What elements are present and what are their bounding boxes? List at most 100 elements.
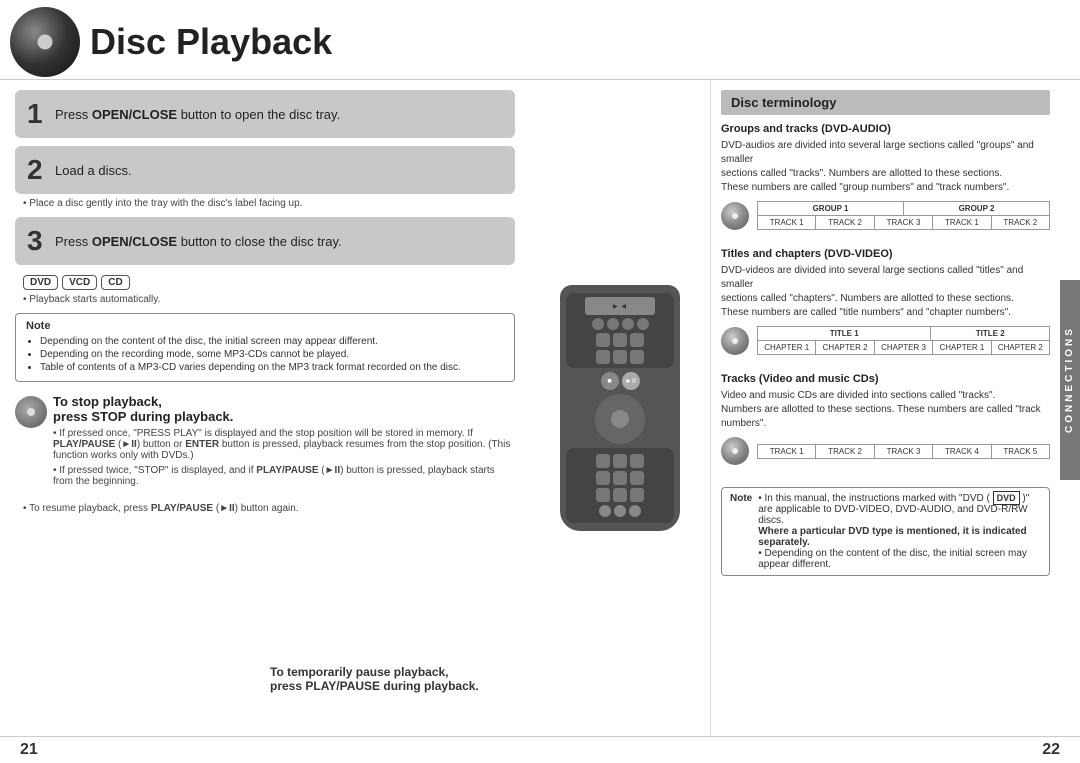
disc-term-header: Disc terminology bbox=[721, 90, 1050, 115]
step-1-box: 1 Press OPEN/CLOSE button to open the di… bbox=[15, 90, 515, 138]
note-box: Note Depending on the content of the dis… bbox=[15, 313, 515, 382]
chap-t1-1: CHAPTER 1 bbox=[758, 341, 816, 354]
bottom-note-3: • Depending on the content of the disc, … bbox=[758, 548, 1041, 570]
step-3-box: 3 Press OPEN/CLOSE button to close the d… bbox=[15, 217, 515, 265]
stop-text: To stop playback,press STOP during playb… bbox=[53, 394, 515, 487]
remote-bottom-row-3 bbox=[572, 488, 668, 502]
titles-title: Titles and chapters (DVD-VIDEO) bbox=[721, 248, 1050, 260]
remote-btn-b7 bbox=[596, 488, 610, 502]
remote-bottom-row-2 bbox=[572, 471, 668, 485]
bottom-note-1: • In this manual, the instructions marke… bbox=[758, 493, 1041, 526]
remote-bottom-row-1 bbox=[572, 454, 668, 468]
step-3-text: Press OPEN/CLOSE button to close the dis… bbox=[55, 234, 342, 249]
remote-btn-b5 bbox=[613, 471, 627, 485]
title2-header: TITLE 2 bbox=[931, 327, 1049, 340]
step-1-text: Press OPEN/CLOSE button to open the disc… bbox=[55, 107, 340, 122]
remote-btn-b9 bbox=[630, 488, 644, 502]
titles-data-row: CHAPTER 1 CHAPTER 2 CHAPTER 3 CHAPTER 1 … bbox=[758, 341, 1049, 354]
chap-t2-1: CHAPTER 1 bbox=[933, 341, 991, 354]
remote-btn-row-1 bbox=[592, 318, 649, 330]
note-box-list: Depending on the content of the disc, th… bbox=[26, 336, 504, 373]
step-2-box: 2 Load a discs. bbox=[15, 146, 515, 194]
bottom-note-label: Note bbox=[730, 493, 752, 504]
step-2-text: Load a discs. bbox=[55, 163, 132, 178]
page-container: Disc Playback 1 Press OPEN/CLOSE button … bbox=[0, 0, 1080, 763]
note-box-title: Note bbox=[26, 320, 504, 332]
remote-top: ▶ ◀ bbox=[566, 293, 674, 368]
group2-header: GROUP 2 bbox=[904, 202, 1049, 215]
remote-btn-round-3 bbox=[629, 505, 641, 517]
groups-description: DVD-audios are divided into several larg… bbox=[721, 139, 1050, 195]
remote-btn-b4 bbox=[596, 471, 610, 485]
track-3: TRACK 3 bbox=[875, 445, 933, 458]
track-g1-3: TRACK 3 bbox=[875, 216, 933, 229]
remote-stop-btn: ■ bbox=[601, 372, 619, 390]
track-g1-2: TRACK 2 bbox=[816, 216, 874, 229]
remote-control: ▶ ◀ bbox=[560, 285, 680, 531]
pause-resume-note: • To resume playback, press PLAY/PAUSE (… bbox=[23, 503, 515, 514]
track-g2-1: TRACK 1 bbox=[933, 216, 991, 229]
remote-btn-8 bbox=[596, 350, 610, 364]
titles-disc-icon bbox=[721, 327, 749, 355]
remote-btn-b8 bbox=[613, 488, 627, 502]
track-5: TRACK 5 bbox=[992, 445, 1049, 458]
track-g2-2: TRACK 2 bbox=[992, 216, 1049, 229]
pause-subheading: press PLAY/PAUSE during playback. bbox=[270, 679, 479, 693]
remote-btn-b3 bbox=[630, 454, 644, 468]
remote-btn-round-1 bbox=[599, 505, 611, 517]
step-2-number: 2 bbox=[27, 154, 47, 186]
title1-header: TITLE 1 bbox=[758, 327, 931, 340]
disc-logo bbox=[10, 7, 80, 77]
titles-description: DVD-videos are divided into several larg… bbox=[721, 264, 1050, 320]
remote-btn-round-2 bbox=[614, 505, 626, 517]
pause-section-center: To temporarily pause playback,press PLAY… bbox=[270, 665, 490, 693]
stop-heading: To stop playback,press STOP during playb… bbox=[53, 394, 515, 424]
stop-disc-icon bbox=[15, 396, 47, 428]
step-3-number: 3 bbox=[27, 225, 47, 257]
tracks-diagram: TRACK 1 TRACK 2 TRACK 3 TRACK 4 TRACK 5 bbox=[721, 437, 1050, 465]
left-panel: 1 Press OPEN/CLOSE button to open the di… bbox=[0, 80, 530, 736]
titles-diagram: TITLE 1 TITLE 2 CHAPTER 1 CHAPTER 2 CHAP… bbox=[721, 326, 1050, 355]
page-numbers: 21 22 bbox=[0, 736, 1080, 763]
remote-btn-b1 bbox=[596, 454, 610, 468]
remote-playback-row: ■ ►II bbox=[601, 372, 640, 390]
remote-btn-5 bbox=[596, 333, 610, 347]
remote-btn-b6 bbox=[630, 471, 644, 485]
tracks-diagram-box: TRACK 1 TRACK 2 TRACK 3 TRACK 4 TRACK 5 bbox=[757, 444, 1050, 459]
bottom-note-content: • In this manual, the instructions marke… bbox=[758, 493, 1041, 570]
remote-btn-2 bbox=[607, 318, 619, 330]
bottom-note: Note • In this manual, the instructions … bbox=[721, 487, 1050, 576]
remote-bottom bbox=[566, 448, 674, 523]
remote-btn-b2 bbox=[613, 454, 627, 468]
remote-screen: ▶ ◀ bbox=[585, 297, 655, 315]
remote-btn-3 bbox=[622, 318, 634, 330]
remote-btn-6 bbox=[613, 333, 627, 347]
tracks-disc-icon bbox=[721, 437, 749, 465]
stop-subheading: press STOP during playback. bbox=[53, 409, 233, 424]
track-g1-1: TRACK 1 bbox=[758, 216, 816, 229]
chap-t2-2: CHAPTER 2 bbox=[992, 341, 1049, 354]
groups-data-row: TRACK 1 TRACK 2 TRACK 3 TRACK 1 TRACK 2 bbox=[758, 216, 1049, 229]
page-left: 21 bbox=[20, 741, 38, 759]
remote-btn-4 bbox=[637, 318, 649, 330]
remote-bottom-row-4 bbox=[572, 505, 668, 517]
step-2-note: • Place a disc gently into the tray with… bbox=[15, 198, 515, 209]
term-section-titles: Titles and chapters (DVD-VIDEO) DVD-vide… bbox=[721, 248, 1050, 359]
stop-note-2: • If pressed twice, "STOP" is displayed,… bbox=[53, 465, 515, 487]
badge-cd: CD bbox=[101, 275, 129, 290]
remote-nav-circle bbox=[595, 394, 645, 444]
titles-header-row: TITLE 1 TITLE 2 bbox=[758, 327, 1049, 341]
remote-play-btn: ►II bbox=[622, 372, 640, 390]
step-3-note: • Playback starts automatically. bbox=[15, 294, 515, 305]
groups-disc-icon bbox=[721, 202, 749, 230]
chap-t1-3: CHAPTER 3 bbox=[875, 341, 933, 354]
groups-diagram-box: GROUP 1 GROUP 2 TRACK 1 TRACK 2 TRACK 3 … bbox=[757, 201, 1050, 230]
groups-diagram: GROUP 1 GROUP 2 TRACK 1 TRACK 2 TRACK 3 … bbox=[721, 201, 1050, 230]
remote-btn-10 bbox=[630, 350, 644, 364]
note-item-3: Table of contents of a MP3-CD varies dep… bbox=[40, 362, 504, 373]
remote-btn-1 bbox=[592, 318, 604, 330]
stop-note-1: • If pressed once, "PRESS PLAY" is displ… bbox=[53, 428, 515, 461]
step-1-number: 1 bbox=[27, 98, 47, 130]
note-item-1: Depending on the content of the disc, th… bbox=[40, 336, 504, 347]
main-content: 1 Press OPEN/CLOSE button to open the di… bbox=[0, 80, 1080, 736]
